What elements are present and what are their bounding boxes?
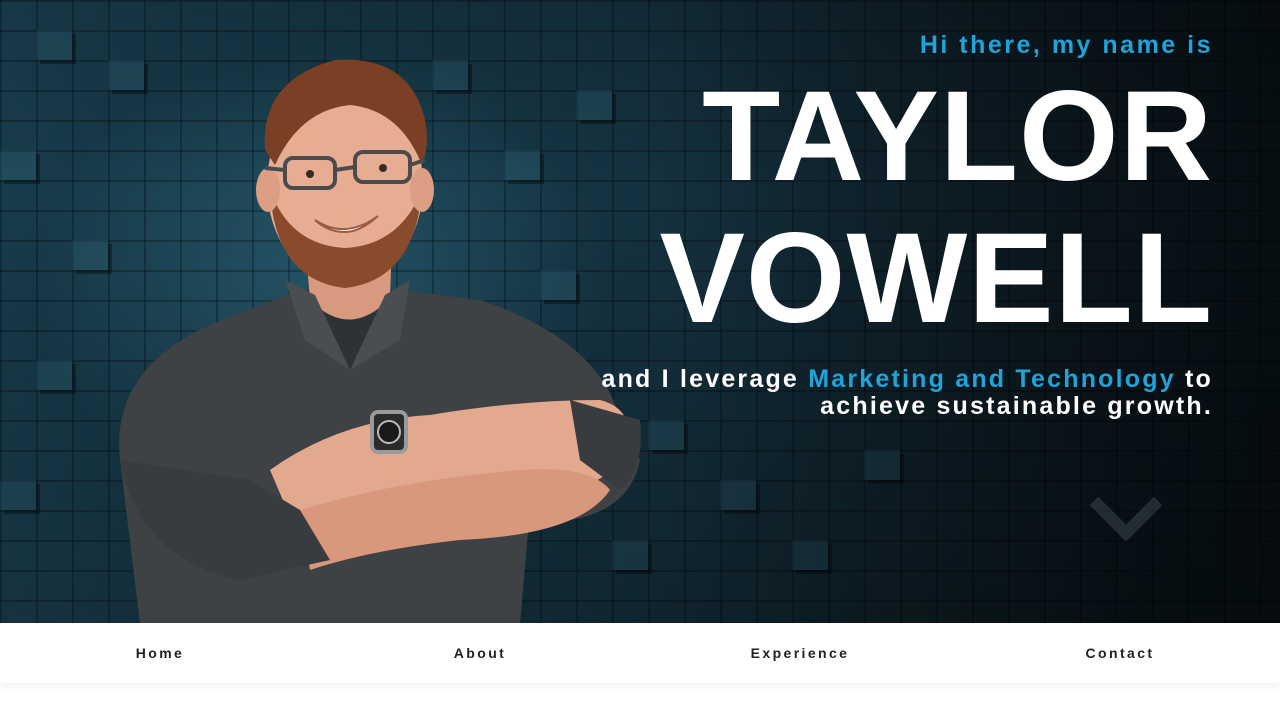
main-navigation: Home About Experience Contact (0, 623, 1280, 683)
portrait-photo (119, 59, 641, 623)
tagline-accent: Marketing and Technology (808, 365, 1176, 393)
nav-contact[interactable]: Contact (960, 645, 1280, 661)
greeting-text: Hi there, my name is (919, 31, 1213, 59)
tagline-prefix: and I leverage (601, 365, 809, 393)
hero-intro: Hi there, my name is TAYLOR VOWELL and I… (593, 28, 1213, 420)
last-name-heading: VOWELL (659, 207, 1213, 350)
first-name-heading: TAYLOR (702, 65, 1213, 208)
chevron-down-icon[interactable] (1090, 495, 1162, 543)
nav-about[interactable]: About (320, 645, 640, 661)
tagline: and I leverage Marketing and Technology … (593, 366, 1213, 420)
nav-home[interactable]: Home (0, 645, 320, 661)
hero-section: Hi there, my name is TAYLOR VOWELL and I… (0, 0, 1280, 623)
nav-experience[interactable]: Experience (640, 645, 960, 661)
